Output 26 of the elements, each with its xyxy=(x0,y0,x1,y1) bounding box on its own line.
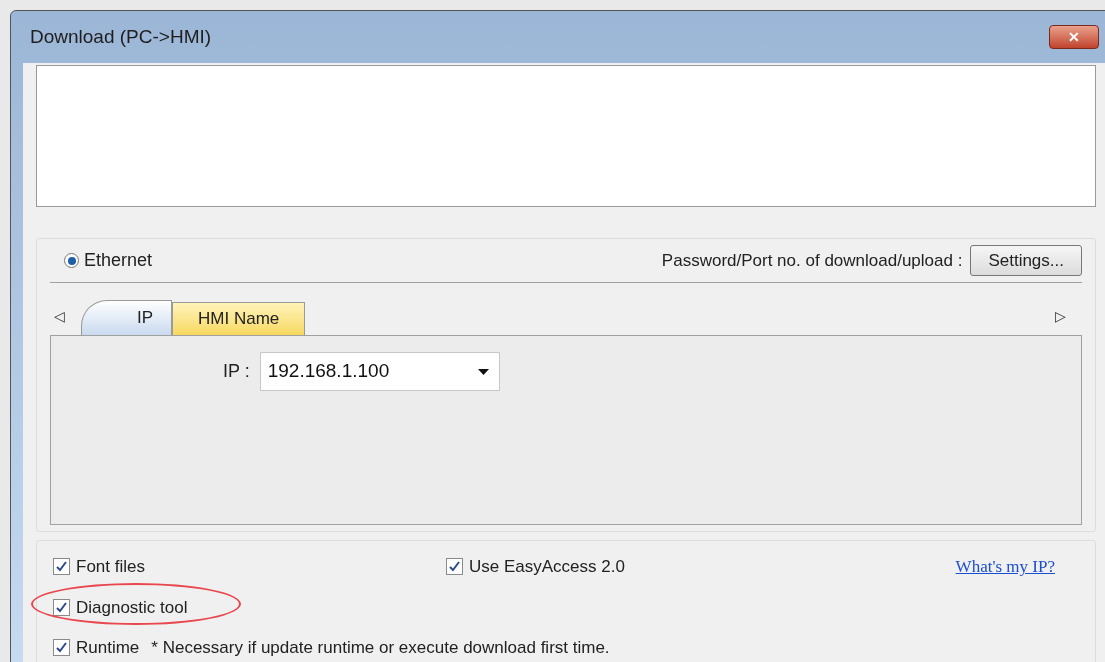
dropdown-caret-icon xyxy=(477,368,489,375)
checkbox-label: Font files xyxy=(76,556,145,578)
checkbox-label: Use EasyAccess 2.0 xyxy=(469,556,625,578)
checkbox-label: Diagnostic tool xyxy=(76,596,188,619)
check-icon xyxy=(449,561,460,573)
tab[interactable]: IP xyxy=(81,300,173,335)
window-title: Download (PC->HMI) xyxy=(29,24,212,49)
tab[interactable]: HMI Name xyxy=(172,302,306,335)
checkbox[interactable] xyxy=(53,639,70,657)
check-icon xyxy=(56,642,67,654)
checkbox[interactable] xyxy=(53,598,70,616)
radio-label: Ethernet xyxy=(84,249,153,272)
check-icon xyxy=(56,561,67,573)
ip-label: IP : xyxy=(223,360,250,383)
runtime-note: * Necessary if update runtime or execute download first time. xyxy=(151,637,610,659)
whats-my-ip-link[interactable]: What's my IP? xyxy=(955,554,1055,580)
password-label: Password/Port no. of download/upload : xyxy=(661,249,963,272)
checkbox[interactable] xyxy=(53,558,70,576)
checkbox-label: Runtime xyxy=(76,637,140,659)
checkbox[interactable] xyxy=(446,558,463,576)
ip-dropdown[interactable]: 192.168.1.100 xyxy=(259,352,500,391)
settings-button[interactable]: Settings... xyxy=(970,245,1082,276)
radio-button[interactable] xyxy=(64,253,79,268)
scroll-left-icon[interactable]: ◁ xyxy=(50,305,69,327)
check-icon xyxy=(56,601,67,613)
scroll-right-icon[interactable]: ▷ xyxy=(1055,305,1082,327)
